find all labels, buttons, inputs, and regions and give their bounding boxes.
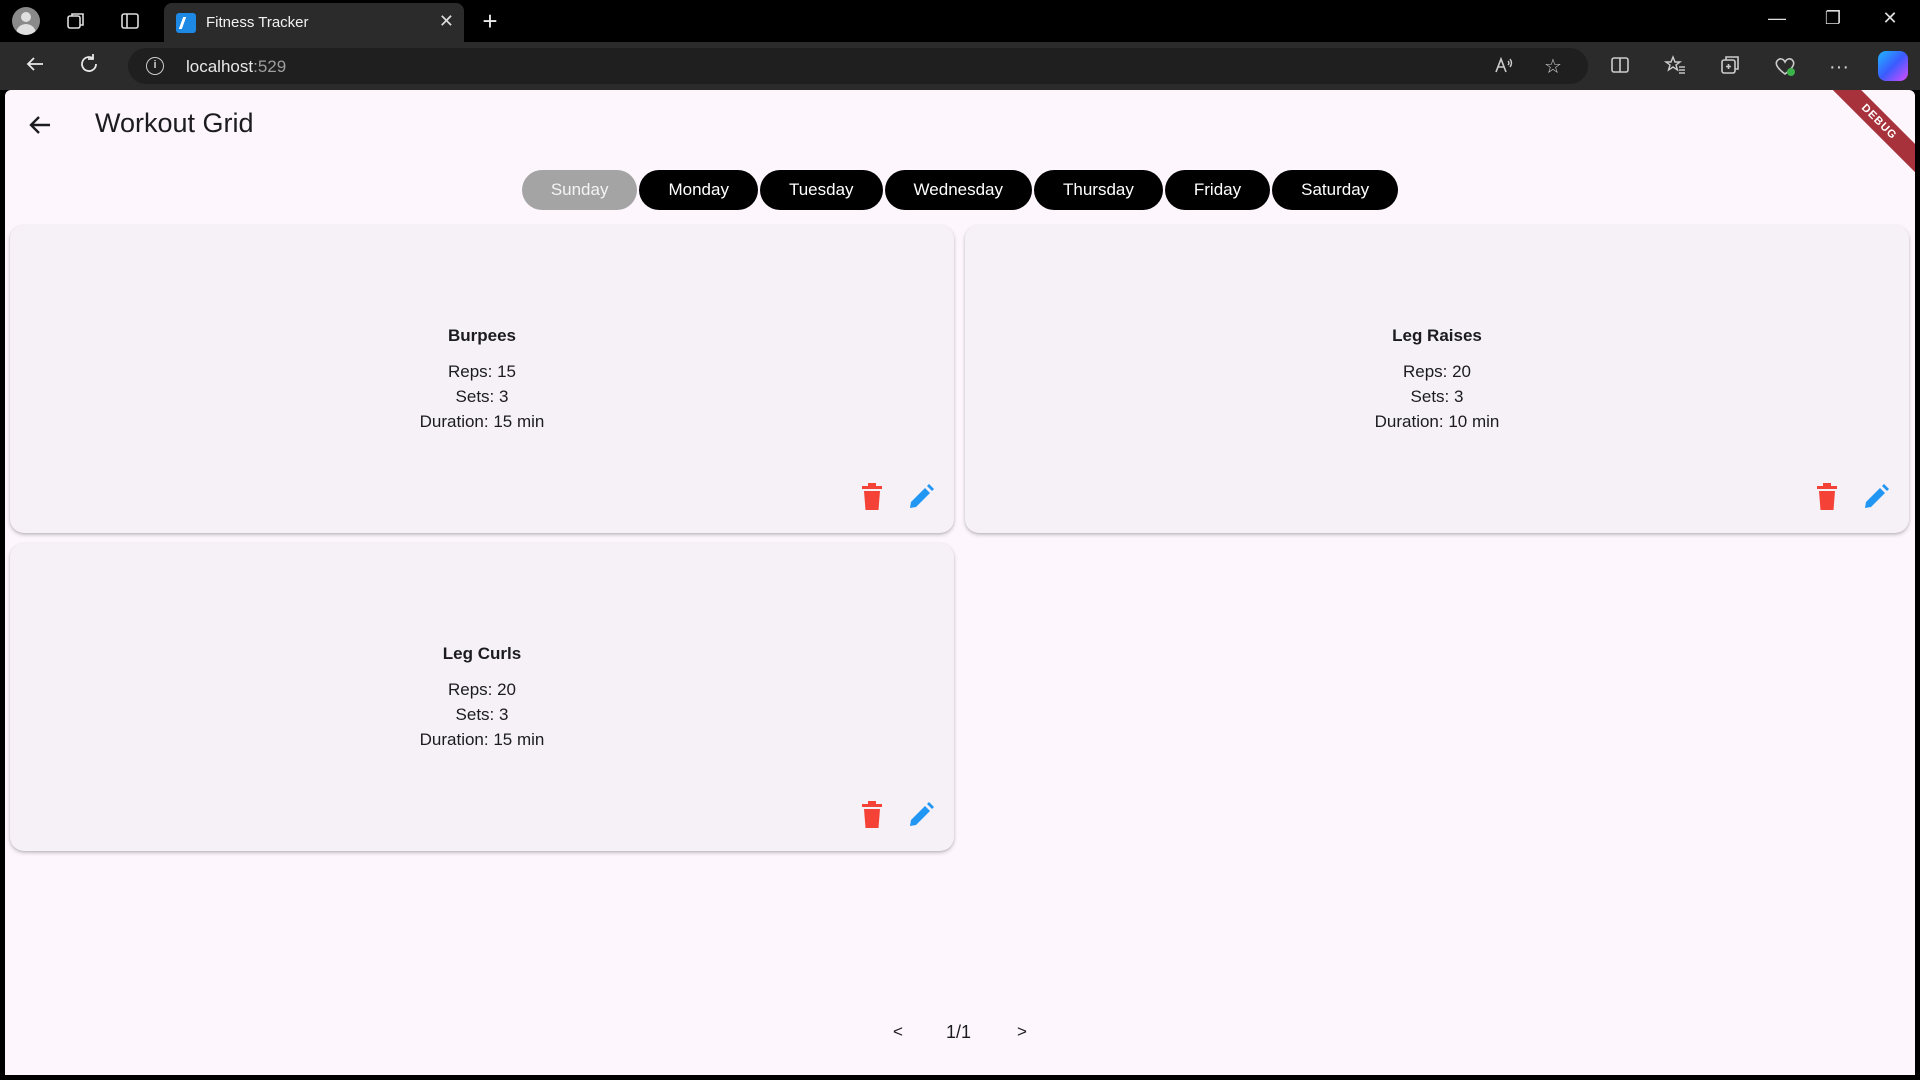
split-screen-icon[interactable] — [1607, 54, 1633, 80]
profile-icon[interactable] — [12, 7, 40, 35]
window-close-button[interactable]: ✕ — [1875, 8, 1905, 29]
app-bar: Workout Grid — [5, 90, 1915, 158]
workout-card: Burpees Reps: 15 Sets: 3 Duration: 15 mi… — [10, 225, 954, 533]
more-menu-icon[interactable]: ··· — [1826, 54, 1852, 80]
flutter-favicon-icon — [176, 13, 196, 33]
reload-icon[interactable] — [74, 52, 104, 80]
page-title: Workout Grid — [95, 108, 254, 138]
browser-tab-active[interactable]: Fitness Tracker ✕ — [164, 3, 464, 42]
pencil-icon[interactable] — [907, 801, 935, 829]
workout-reps: Reps: 20 — [447, 680, 517, 699]
favorite-star-icon[interactable]: ☆ — [1540, 54, 1566, 80]
browser-essentials-icon[interactable] — [1772, 54, 1798, 80]
workout-card: Leg Raises Reps: 20 Sets: 3 Duration: 10… — [965, 225, 1909, 533]
prev-page-button[interactable]: < — [893, 1022, 903, 1042]
browser-tab-bar: Fitness Tracker ✕ + — ❐ ✕ — [0, 0, 1920, 42]
page-indicator: 1/1 — [946, 1022, 972, 1042]
back-arrow-icon[interactable] — [27, 112, 53, 138]
workspaces-icon[interactable] — [62, 7, 90, 35]
url-port: :529 — [253, 57, 287, 76]
workout-duration: Duration: 15 min — [419, 730, 545, 749]
day-tab-sunday[interactable]: Sunday — [521, 170, 638, 210]
url-field[interactable]: i localhost:529 — [128, 48, 1588, 84]
trash-icon[interactable] — [860, 801, 884, 829]
workout-reps: Reps: 20 — [1402, 362, 1472, 381]
new-tab-button[interactable]: + — [476, 6, 504, 36]
app-viewport: Workout Grid DEBUG Sunday Monday Tuesday… — [5, 90, 1915, 1075]
copilot-icon[interactable] — [1878, 51, 1908, 81]
day-tab-wednesday[interactable]: Wednesday — [884, 170, 1033, 210]
workout-sets: Sets: 3 — [455, 387, 509, 406]
workout-name: Leg Curls — [442, 644, 522, 663]
back-nav-icon[interactable] — [20, 52, 50, 80]
favorites-icon[interactable] — [1662, 54, 1688, 80]
trash-icon[interactable] — [1815, 483, 1839, 511]
tab-title: Fitness Tracker — [206, 14, 309, 31]
url-host: localhost — [186, 57, 254, 76]
trash-icon[interactable] — [860, 483, 884, 511]
workout-duration: Duration: 10 min — [1374, 412, 1500, 431]
day-tab-monday[interactable]: Monday — [639, 170, 758, 210]
restore-button[interactable]: ❐ — [1818, 8, 1848, 29]
address-bar-row: i localhost:529 ☆ ··· — [0, 42, 1920, 90]
workout-reps: Reps: 15 — [447, 362, 517, 381]
workout-name: Leg Raises — [1392, 326, 1482, 345]
day-tab-saturday[interactable]: Saturday — [1272, 170, 1399, 210]
pencil-icon[interactable] — [907, 483, 935, 511]
workout-sets: Sets: 3 — [455, 705, 509, 724]
collections-icon[interactable] — [1717, 54, 1743, 80]
next-page-button[interactable]: > — [1017, 1022, 1027, 1042]
workout-card: Leg Curls Reps: 20 Sets: 3 Duration: 15 … — [10, 543, 954, 851]
day-tab-friday[interactable]: Friday — [1164, 170, 1271, 210]
workout-sets: Sets: 3 — [1410, 387, 1464, 406]
workout-name: Burpees — [447, 326, 517, 345]
workout-duration: Duration: 15 min — [419, 412, 545, 431]
minimize-button[interactable]: — — [1762, 8, 1792, 29]
vertical-tabs-icon[interactable] — [116, 7, 144, 35]
pencil-icon[interactable] — [1862, 483, 1890, 511]
tab-close-icon[interactable]: ✕ — [439, 11, 454, 32]
site-info-icon[interactable]: i — [146, 57, 164, 75]
day-selector: Sunday Monday Tuesday Wednesday Thursday… — [5, 170, 1915, 210]
read-aloud-icon[interactable] — [1491, 54, 1517, 80]
day-tab-thursday[interactable]: Thursday — [1034, 170, 1163, 210]
day-tab-tuesday[interactable]: Tuesday — [759, 170, 883, 210]
